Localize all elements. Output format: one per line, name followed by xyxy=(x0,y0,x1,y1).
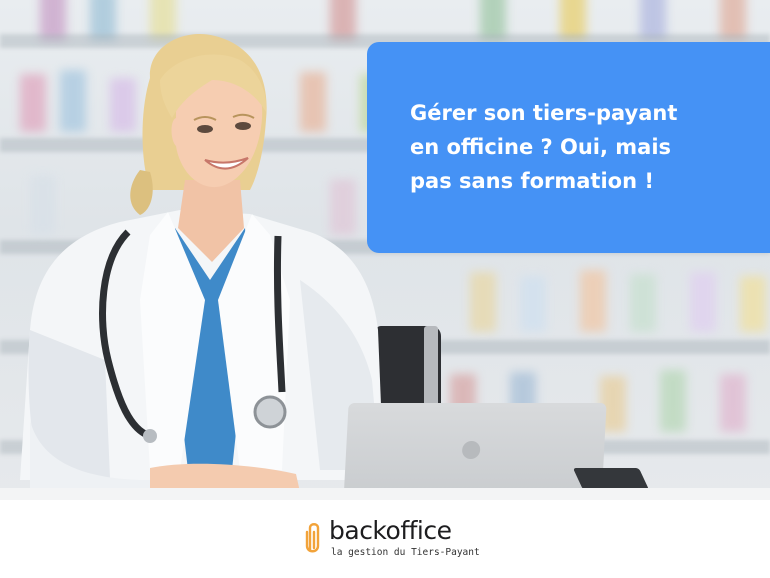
brand-logo[interactable]: backoffice la gestion du Tiers-Payant xyxy=(304,516,480,562)
footer: backoffice la gestion du Tiers-Payant xyxy=(0,500,770,578)
paperclip-logo-icon xyxy=(305,523,320,553)
laptop xyxy=(343,403,607,500)
laptop-logo-icon xyxy=(461,441,481,459)
headline-line-1: Gérer son tiers-payant xyxy=(410,101,678,125)
brand-tagline: la gestion du Tiers-Payant xyxy=(331,547,480,558)
office-chair-edge xyxy=(424,326,438,412)
desk xyxy=(0,488,770,500)
brand-name: backoffice xyxy=(329,516,452,545)
laptop-keyboard xyxy=(572,468,650,490)
promo-card: Gérer son tiers-payant en officine ? Oui… xyxy=(0,0,770,578)
headline-line-2: en officine ? Oui, mais xyxy=(410,135,672,159)
headline-line-3: pas sans formation ! xyxy=(410,169,654,193)
pharmacist-figure xyxy=(20,34,384,494)
headline: Gérer son tiers-payant en officine ? Oui… xyxy=(410,96,677,198)
headline-banner: Gérer son tiers-payant en officine ? Oui… xyxy=(367,42,770,253)
